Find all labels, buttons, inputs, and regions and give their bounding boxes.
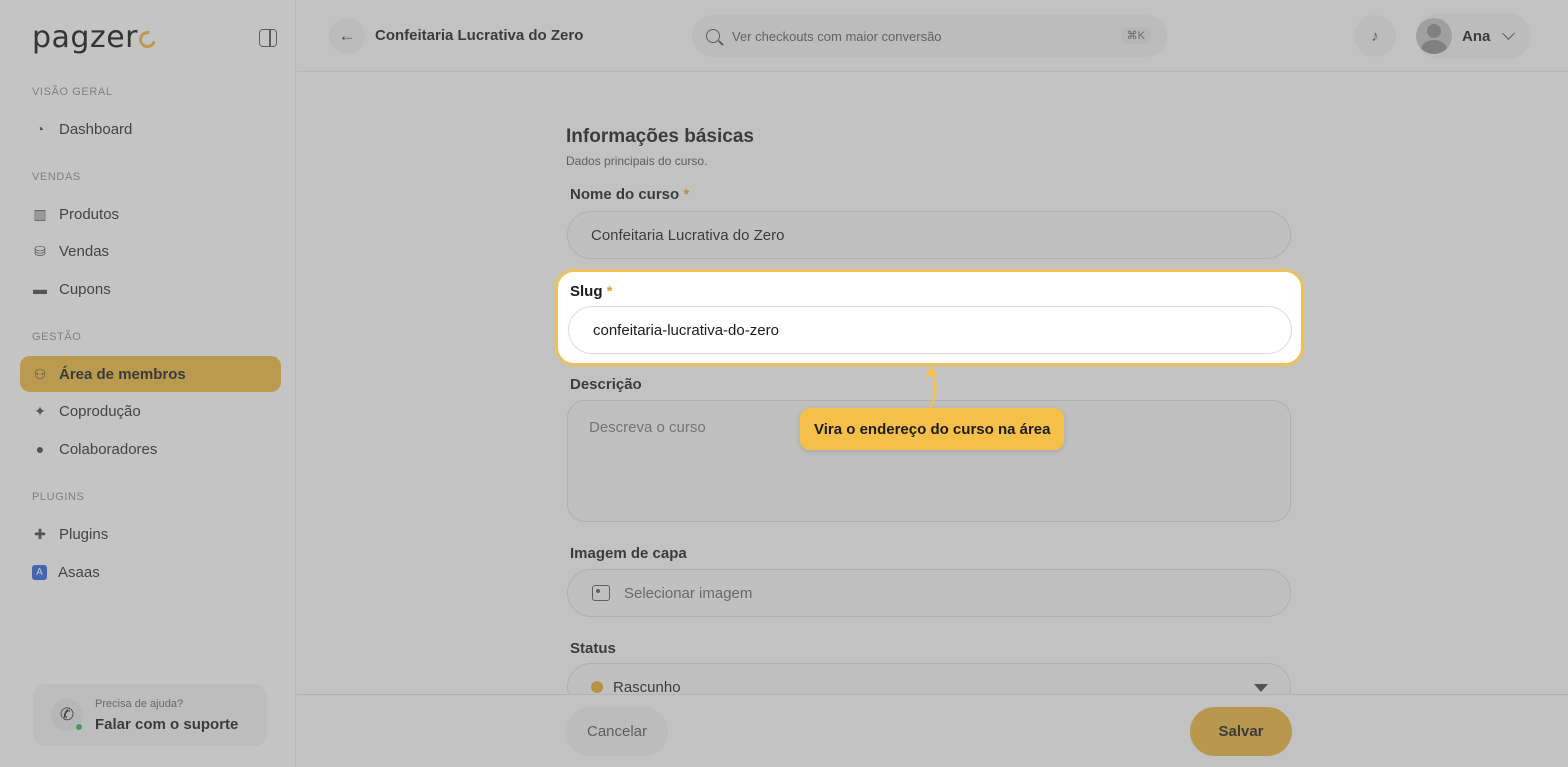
slug-label: Slug * bbox=[570, 283, 613, 300]
online-status-dot bbox=[75, 723, 83, 731]
sidebar-item-produtos[interactable]: ▥ Produtos bbox=[20, 196, 281, 232]
section-subtitle: Dados principais do curso. bbox=[566, 154, 708, 168]
course-name-input[interactable]: Confeitaria Lucrativa do Zero bbox=[567, 211, 1291, 259]
puzzle-icon: ✚ bbox=[34, 525, 46, 542]
shortcut-badge: ⌘K bbox=[1120, 27, 1151, 44]
select-image-button[interactable]: Selecionar imagem bbox=[567, 569, 1291, 617]
select-image-label: Selecionar imagem bbox=[624, 584, 753, 602]
course-name-label: Nome do curso * bbox=[570, 186, 690, 203]
avatar bbox=[1416, 18, 1452, 54]
sidebar-item-label: Colaboradores bbox=[59, 440, 158, 458]
sidebar-item-label: Vendas bbox=[59, 242, 110, 260]
support-card[interactable]: ✆ Precisa de ajuda? Falar com o suporte bbox=[33, 684, 267, 746]
slug-highlight: Slug * confeitaria-lucrativa-do-zero bbox=[556, 270, 1303, 365]
chevron-down-icon bbox=[1502, 27, 1516, 40]
sidebar-item-label: Área de membros bbox=[59, 365, 186, 383]
sidebar-item-label: Dashboard bbox=[59, 120, 133, 138]
sidebar-item-area-de-membros[interactable]: ⚇ Área de membros bbox=[20, 356, 281, 392]
search-input[interactable] bbox=[732, 28, 1102, 44]
asaas-icon: A bbox=[32, 564, 47, 580]
logo[interactable]: pagzer bbox=[32, 20, 160, 55]
sidebar-item-coproducao[interactable]: ✦ Coprodução bbox=[20, 393, 281, 429]
back-arrow-icon[interactable]: ← bbox=[329, 18, 365, 54]
image-icon bbox=[592, 585, 610, 601]
sidebar-item-cupons[interactable]: ▬ Cupons bbox=[20, 271, 281, 307]
sidebar: pagzer VISÃO GERAL ◔ Dashboard VENDAS ▥ … bbox=[0, 0, 296, 767]
search-bar[interactable]: ⌘K bbox=[692, 15, 1167, 57]
section-label-management: GESTÃO bbox=[32, 331, 82, 343]
cancel-button[interactable]: Cancelar bbox=[566, 707, 668, 756]
sidebar-item-vendas[interactable]: ⛁ Vendas bbox=[20, 233, 281, 269]
status-value: Rascunho bbox=[613, 678, 681, 696]
search-icon bbox=[706, 29, 720, 43]
tooltip-arrow-icon bbox=[925, 366, 937, 410]
sidebar-item-plugins[interactable]: ✚ Plugins bbox=[20, 516, 281, 552]
user-name: Ana bbox=[1462, 27, 1491, 45]
sidebar-item-colaboradores[interactable]: ● Colaboradores bbox=[20, 431, 281, 467]
cover-image-label: Imagem de capa bbox=[570, 545, 687, 562]
handshake-icon: ✦ bbox=[34, 402, 46, 419]
coupon-icon: ▬ bbox=[33, 281, 47, 297]
members-icon: ⚇ bbox=[33, 365, 47, 382]
sidebar-item-label: Produtos bbox=[59, 205, 120, 223]
caret-down-icon bbox=[1254, 684, 1268, 692]
slug-input[interactable]: confeitaria-lucrativa-do-zero bbox=[568, 306, 1292, 354]
section-label-plugins: PLUGINS bbox=[32, 491, 85, 503]
sidebar-item-label: Coprodução bbox=[59, 402, 141, 420]
sidebar-item-label: Plugins bbox=[59, 525, 109, 543]
description-label: Descrição bbox=[570, 376, 642, 393]
bell-icon[interactable]: ♪ bbox=[1354, 15, 1396, 57]
top-header: ← Confeitaria Lucrativa do Zero ⌘K ♪ Ana bbox=[297, 0, 1568, 72]
dashboard-icon: ◔ bbox=[35, 121, 45, 137]
section-label-overview: VISÃO GERAL bbox=[32, 86, 113, 98]
section-title: Informações básicas bbox=[566, 126, 754, 147]
status-dot bbox=[591, 681, 603, 693]
status-label: Status bbox=[570, 640, 616, 657]
tour-tooltip: Vira o endereço do curso na área bbox=[800, 408, 1065, 450]
support-link[interactable]: Falar com o suporte bbox=[95, 716, 238, 733]
products-icon: ▥ bbox=[33, 205, 47, 222]
sidebar-item-dashboard[interactable]: ◔ Dashboard bbox=[20, 111, 281, 147]
section-label-sales: VENDAS bbox=[32, 171, 81, 183]
sidebar-item-label: Asaas bbox=[58, 563, 100, 581]
form-footer bbox=[297, 694, 1568, 767]
page-title: Confeitaria Lucrativa do Zero bbox=[375, 27, 584, 44]
sidebar-toggle-icon[interactable] bbox=[259, 29, 277, 47]
sales-icon: ⛁ bbox=[34, 242, 46, 259]
support-caption: Precisa de ajuda? bbox=[95, 698, 184, 710]
sidebar-item-label: Cupons bbox=[59, 280, 111, 298]
logo-ring-icon bbox=[135, 27, 160, 52]
user-icon: ● bbox=[35, 441, 45, 457]
save-button[interactable]: Salvar bbox=[1190, 707, 1292, 756]
user-menu[interactable]: Ana bbox=[1416, 13, 1530, 59]
sidebar-item-asaas[interactable]: A Asaas bbox=[20, 554, 281, 590]
